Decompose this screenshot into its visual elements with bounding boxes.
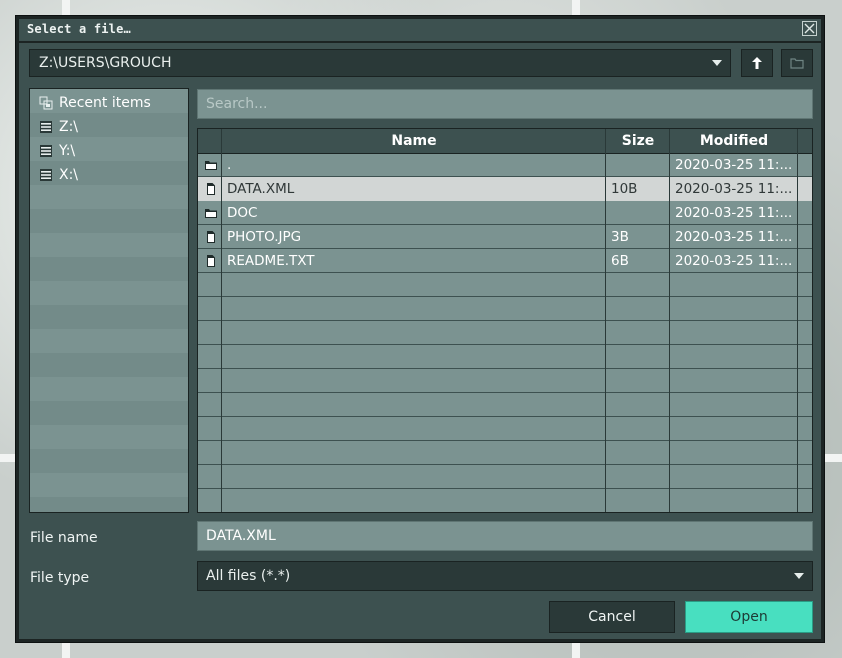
table-row[interactable]: . 2020-03-25 11:... [198,153,812,177]
chevron-down-icon [712,60,722,66]
table-row[interactable]: README.TXT 6B 2020-03-25 11:... [198,249,812,273]
open-button[interactable]: Open [685,601,813,633]
place-item[interactable]: Y:\ [30,139,188,163]
cell-modified: 2020-03-25 11:... [675,181,793,197]
place-item[interactable]: Z:\ [30,115,188,139]
place-label: Recent items [59,95,151,111]
drive-icon [39,168,53,182]
chevron-down-icon [794,573,804,579]
file-dialog: Select a file… Z:\USERS\GROUCH Recent it… [16,16,824,642]
place-label: X:\ [59,167,79,183]
cell-size [611,153,667,177]
path-value: Z:\USERS\GROUCH [39,55,172,71]
arrow-up-icon [752,57,762,69]
cell-name: DOC [227,205,258,221]
column-divider [669,129,670,512]
place-label: Y:\ [59,143,76,159]
file-name-value: DATA.XML [206,528,276,544]
new-folder-icon [790,58,804,69]
drive-icon [39,120,53,134]
close-icon [804,23,815,34]
column-header-size[interactable]: Size [606,129,670,153]
cell-name: README.TXT [227,253,315,269]
column-header-modified[interactable]: Modified [670,129,798,153]
cell-name: . [227,157,232,173]
drive-icon [39,144,53,158]
column-divider [221,129,222,512]
cell-modified: 2020-03-25 11:... [675,229,793,245]
column-divider [797,129,798,512]
cell-modified: 2020-03-25 11:... [675,157,793,173]
place-label: Z:\ [59,119,79,135]
title-bar[interactable]: Select a file… [19,19,821,43]
folder-icon [204,201,218,225]
cell-name: DATA.XML [227,181,295,197]
place-item[interactable]: Recent items [30,91,188,115]
search-placeholder: Search... [206,96,268,112]
file-icon [204,225,218,249]
new-folder-button[interactable] [781,49,813,77]
file-name-label: File name [30,530,98,546]
window-title: Select a file… [27,22,131,36]
cell-size: 3B [611,229,629,245]
table-row[interactable]: DATA.XML 10B 2020-03-25 11:... [198,177,812,201]
cell-size [611,201,667,225]
file-type-label: File type [30,570,90,586]
file-name-input[interactable]: DATA.XML [197,521,813,551]
close-button[interactable] [802,21,817,36]
places-list: Recent items Z:\ Y:\ X:\ [29,88,189,513]
go-up-button[interactable] [741,49,773,77]
cell-size: 10B [611,181,638,197]
folder-icon [204,153,218,177]
file-table: Name Size Modified . 2020-03-25 11:... DAT… [197,128,813,513]
cell-modified: 2020-03-25 11:... [675,205,793,221]
file-type-select[interactable]: All files (*.*) [197,561,813,591]
table-header: Name Size Modified [198,129,812,154]
cell-modified: 2020-03-25 11:... [675,253,793,269]
table-row[interactable]: DOC 2020-03-25 11:... [198,201,812,225]
file-icon [204,249,218,273]
cell-name: PHOTO.JPG [227,229,302,245]
cell-size: 6B [611,253,629,269]
search-input[interactable]: Search... [197,89,813,119]
path-dropdown[interactable]: Z:\USERS\GROUCH [29,49,731,77]
file-type-value: All files (*.*) [206,568,291,584]
place-item[interactable]: X:\ [30,163,188,187]
column-header-name[interactable]: Name [222,129,606,153]
cancel-button[interactable]: Cancel [549,601,675,633]
column-divider [605,129,606,512]
file-icon [204,177,218,201]
recent-items-icon [39,96,53,110]
table-row[interactable]: PHOTO.JPG 3B 2020-03-25 11:... [198,225,812,249]
